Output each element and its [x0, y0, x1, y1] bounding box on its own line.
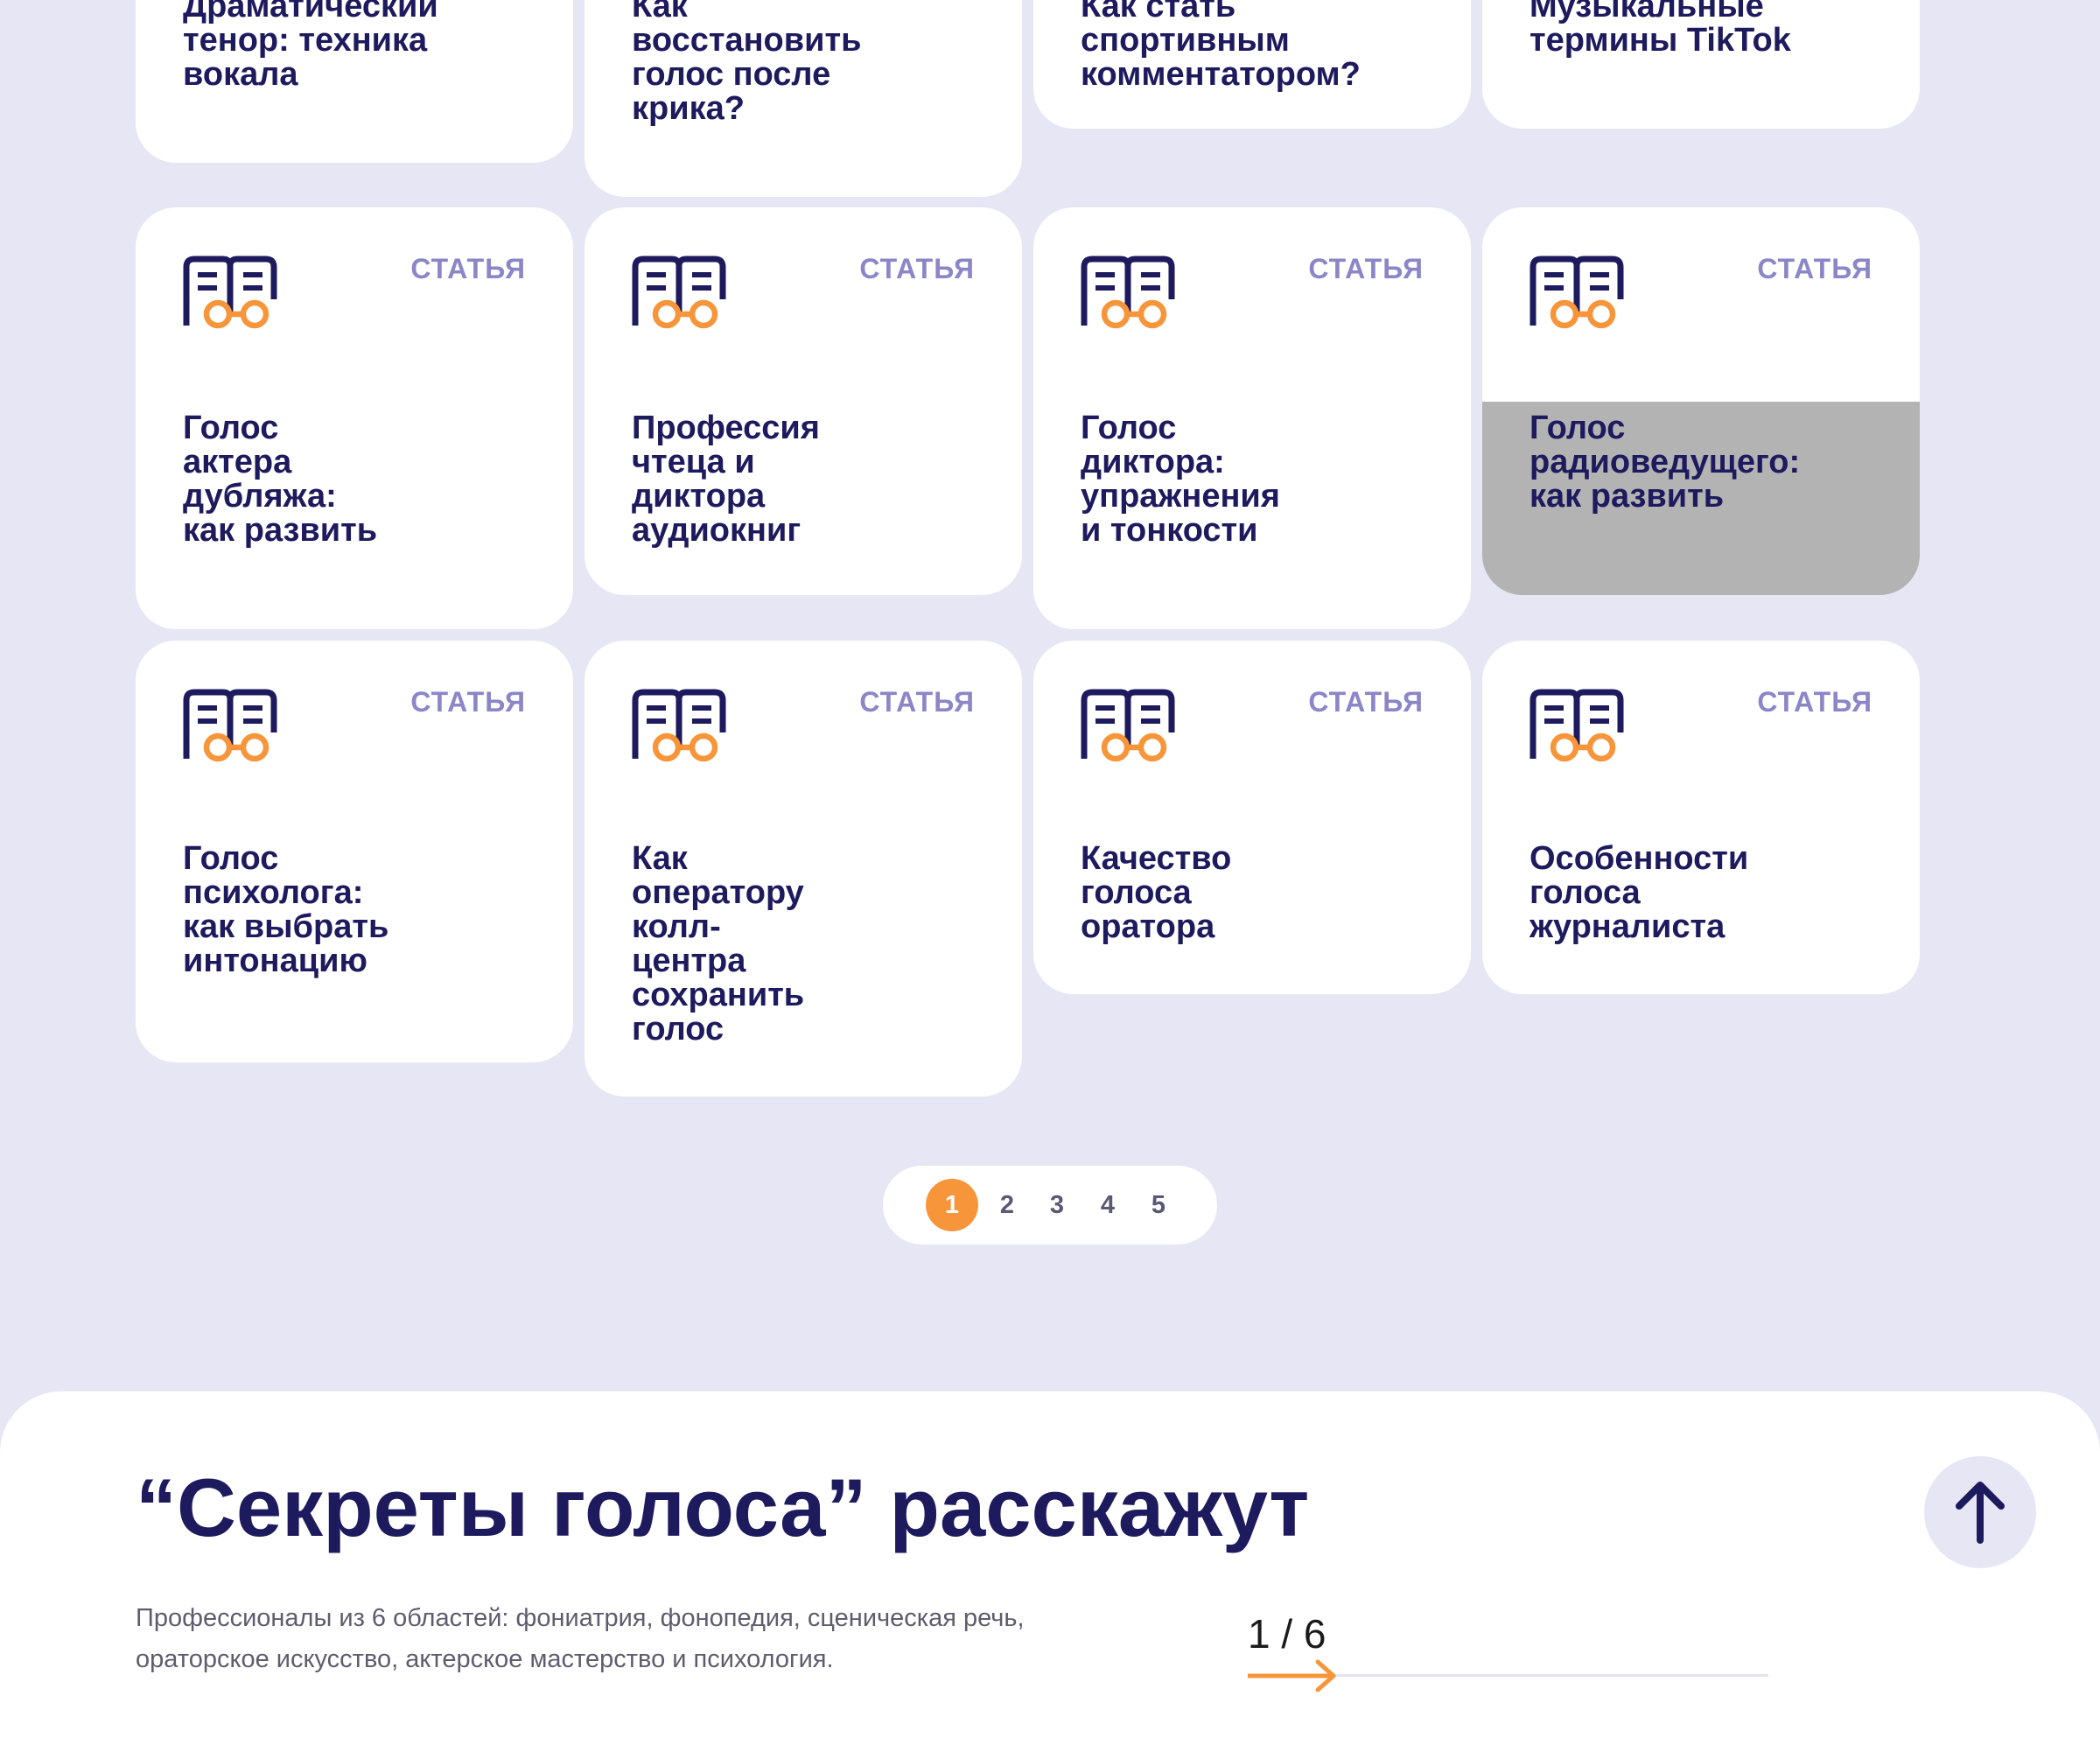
card-title: Голос радиоведущего: как развить	[1530, 410, 1801, 515]
slider-counter: 1 / 6	[1248, 1611, 1326, 1657]
article-card[interactable]: СТАТЬЯ Голос актера дубляжа: как развить	[136, 207, 573, 629]
book-glasses-icon	[632, 256, 726, 329]
card-type-badge: СТАТЬЯ	[1757, 253, 1872, 284]
book-glasses-icon	[1081, 689, 1175, 762]
card-title: Музыкальные термины TikTok	[1530, 0, 1791, 59]
article-card[interactable]: СТАТЬЯ Качество голоса оратора	[1033, 641, 1471, 994]
scroll-to-top-button[interactable]	[1924, 1456, 2036, 1568]
book-glasses-icon	[1530, 689, 1624, 762]
article-card[interactable]: Музыкальные термины TikTok	[1482, 0, 1920, 129]
page-2-button[interactable]: 2	[981, 1179, 1033, 1231]
arrow-right-icon[interactable]	[1248, 1659, 1339, 1692]
book-glasses-icon	[1081, 256, 1175, 329]
card-title: Качество голоса оратора	[1081, 840, 1232, 945]
card-type-badge: СТАТЬЯ	[410, 253, 526, 284]
article-card-hovered[interactable]: СТАТЬЯ Голос радиоведущего: как развить	[1482, 207, 1920, 595]
card-title: Особенности голоса журналиста	[1530, 840, 1749, 945]
book-glasses-icon	[632, 689, 726, 762]
page-1-button[interactable]: 1	[926, 1179, 978, 1231]
page-4-button[interactable]: 4	[1082, 1179, 1134, 1231]
page-5-button[interactable]: 5	[1132, 1179, 1185, 1231]
section-description: Профессионалы из 6 областей: фониатрия, …	[136, 1604, 1025, 1673]
experts-section: “Секреты голоса” расскажут Профессионалы…	[0, 1391, 2100, 1759]
card-type-badge: СТАТЬЯ	[1757, 686, 1872, 718]
card-type-badge: СТАТЬЯ	[1308, 253, 1424, 284]
book-glasses-icon	[183, 689, 277, 762]
book-glasses-icon	[1530, 256, 1624, 329]
card-title: Профессия чтеца и диктора аудиокниг	[632, 410, 820, 549]
card-title: Как стать спортивным комментатором?	[1081, 0, 1361, 93]
page-3-button[interactable]: 3	[1031, 1179, 1083, 1231]
card-title: Как оператору колл-центра сохранить голо…	[632, 840, 805, 1048]
section-heading: “Секреты голоса” расскажут	[136, 1461, 1310, 1553]
article-card[interactable]: СТАТЬЯ Профессия чтеца и диктора аудиокн…	[584, 207, 1022, 595]
card-type-badge: СТАТЬЯ	[859, 253, 975, 284]
article-card[interactable]: СТАТЬЯ Как оператору колл-центра сохрани…	[584, 641, 1022, 1097]
article-card[interactable]: Драматический тенор: техника вокала	[136, 0, 573, 163]
card-type-badge: СТАТЬЯ	[859, 686, 975, 718]
article-card[interactable]: Как восстановить голос после крика?	[584, 0, 1022, 197]
article-card[interactable]: СТАТЬЯ Голос диктора: упражнения и тонко…	[1033, 207, 1471, 629]
article-card[interactable]: СТАТЬЯ Голос психолога: как выбрать инто…	[136, 641, 573, 1062]
arrow-up-icon	[1956, 1482, 2005, 1544]
pagination: 1 2 3 4 5	[883, 1166, 1217, 1244]
card-title: Голос диктора: упражнения и тонкости	[1081, 410, 1280, 549]
card-type-badge: СТАТЬЯ	[1308, 686, 1424, 718]
card-title: Голос актера дубляжа: как развить	[183, 410, 378, 549]
card-type-badge: СТАТЬЯ	[410, 686, 526, 718]
article-card[interactable]: СТАТЬЯ Особенности голоса журналиста	[1482, 641, 1920, 994]
card-title: Как восстановить голос после крика?	[632, 0, 862, 127]
book-glasses-icon	[183, 256, 277, 329]
card-title: Драматический тенор: техника вокала	[183, 0, 438, 93]
article-card[interactable]: Как стать спортивным комментатором?	[1033, 0, 1471, 129]
card-title: Голос психолога: как выбрать интонацию	[183, 840, 389, 979]
